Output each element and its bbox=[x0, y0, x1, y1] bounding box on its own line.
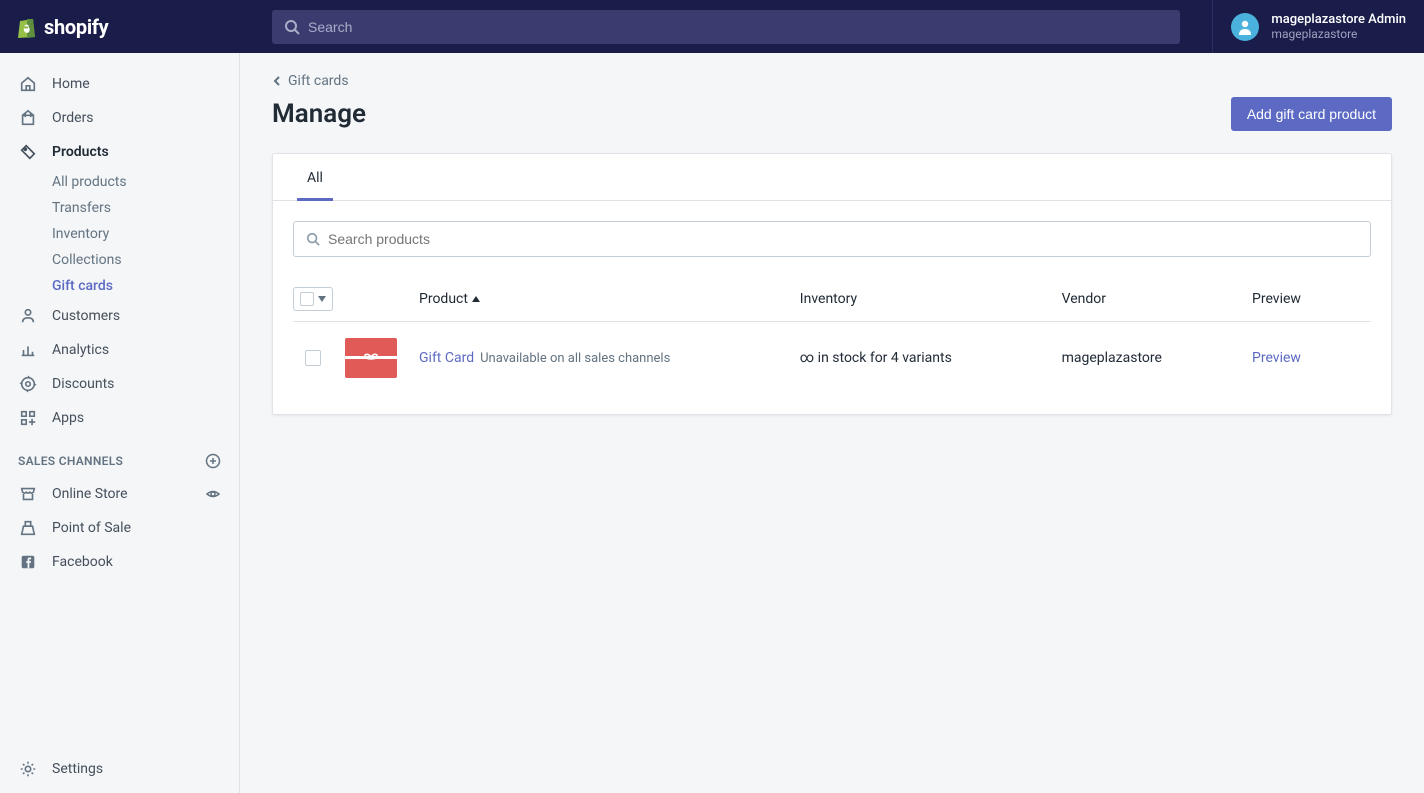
analytics-icon bbox=[18, 340, 38, 360]
sidebar: Home Orders Products All products Transf… bbox=[0, 53, 240, 793]
section-header-text: SALES CHANNELS bbox=[18, 454, 123, 468]
channel-label-pos: Point of Sale bbox=[52, 520, 221, 536]
plus-circle-icon[interactable] bbox=[205, 453, 221, 469]
sidebar-item-settings[interactable]: Settings bbox=[0, 744, 239, 793]
sidebar-label-analytics: Analytics bbox=[52, 342, 221, 358]
breadcrumb-text: Gift cards bbox=[288, 73, 349, 89]
gear-icon bbox=[18, 759, 38, 779]
checkbox-icon bbox=[300, 292, 314, 306]
col-product-label: Product bbox=[419, 291, 468, 307]
breadcrumb[interactable]: Gift cards bbox=[272, 73, 349, 89]
search-area bbox=[240, 10, 1212, 44]
facebook-icon bbox=[18, 552, 38, 572]
channel-label-online: Online Store bbox=[52, 486, 205, 502]
page-header: Manage Add gift card product bbox=[272, 97, 1392, 131]
section-header-channels: SALES CHANNELS bbox=[0, 435, 239, 477]
global-search[interactable] bbox=[272, 10, 1180, 44]
logo-area[interactable]: shopify bbox=[0, 15, 240, 39]
tabs: All bbox=[273, 154, 1391, 201]
search-icon bbox=[306, 232, 320, 246]
search-icon bbox=[284, 19, 300, 35]
profile-text: mageplazastore Admin mageplazastore bbox=[1271, 12, 1406, 42]
sidebar-item-discounts[interactable]: Discounts bbox=[0, 367, 239, 401]
row-checkbox[interactable] bbox=[305, 350, 321, 366]
channel-online-store[interactable]: Online Store bbox=[0, 477, 239, 511]
brand-text: shopify bbox=[44, 15, 108, 39]
profile-menu[interactable]: mageplazastore Admin mageplazastore bbox=[1212, 0, 1424, 53]
sidebar-item-products[interactable]: Products bbox=[0, 135, 239, 169]
sidebar-item-orders[interactable]: Orders bbox=[0, 101, 239, 135]
page-title: Manage bbox=[272, 99, 366, 129]
sidebar-label-products: Products bbox=[52, 144, 221, 160]
row-inventory: ∞ in stock for 4 variants bbox=[800, 350, 1062, 366]
sidebar-label-discounts: Discounts bbox=[52, 376, 221, 392]
channel-pos[interactable]: Point of Sale bbox=[0, 511, 239, 545]
orders-icon bbox=[18, 108, 38, 128]
caret-down-icon bbox=[318, 296, 326, 302]
preview-link[interactable]: Preview bbox=[1252, 350, 1301, 366]
profile-store: mageplazastore bbox=[1271, 27, 1406, 41]
product-meta: Unavailable on all sales channels bbox=[480, 351, 670, 366]
home-icon bbox=[18, 74, 38, 94]
gift-card-thumbnail bbox=[345, 338, 397, 378]
sort-asc-icon bbox=[472, 296, 480, 302]
search-input[interactable] bbox=[308, 19, 1168, 35]
pos-icon bbox=[18, 518, 38, 538]
customers-icon bbox=[18, 306, 38, 326]
shopify-bag-icon bbox=[16, 15, 38, 39]
sidebar-label-orders: Orders bbox=[52, 110, 221, 126]
column-header-vendor[interactable]: Vendor bbox=[1062, 291, 1252, 307]
eye-icon[interactable] bbox=[205, 486, 221, 502]
sidebar-sub-all-products[interactable]: All products bbox=[0, 169, 239, 195]
channel-facebook[interactable]: Facebook bbox=[0, 545, 239, 579]
select-all-dropdown[interactable] bbox=[293, 287, 333, 311]
sidebar-item-home[interactable]: Home bbox=[0, 67, 239, 101]
sidebar-sub-inventory[interactable]: Inventory bbox=[0, 221, 239, 247]
card-body: Product Inventory Vendor Preview bbox=[273, 201, 1391, 414]
sidebar-item-analytics[interactable]: Analytics bbox=[0, 333, 239, 367]
products-card: All Product Inventory bbox=[272, 153, 1392, 415]
sidebar-label-settings: Settings bbox=[52, 761, 103, 777]
sidebar-label-home: Home bbox=[52, 76, 221, 92]
sidebar-label-apps: Apps bbox=[52, 410, 221, 426]
sidebar-item-customers[interactable]: Customers bbox=[0, 299, 239, 333]
tab-all[interactable]: All bbox=[293, 154, 337, 200]
product-link[interactable]: Gift Card bbox=[419, 350, 474, 366]
profile-name: mageplazastore Admin bbox=[1271, 12, 1406, 28]
column-header-preview: Preview bbox=[1252, 291, 1371, 307]
sidebar-sub-transfers[interactable]: Transfers bbox=[0, 195, 239, 221]
sidebar-label-customers: Customers bbox=[52, 308, 221, 324]
column-header-product[interactable]: Product bbox=[419, 291, 800, 307]
search-products-input[interactable] bbox=[328, 231, 1358, 247]
sidebar-sub-collections[interactable]: Collections bbox=[0, 247, 239, 273]
table-header: Product Inventory Vendor Preview bbox=[293, 277, 1371, 322]
channel-label-facebook: Facebook bbox=[52, 554, 221, 570]
avatar bbox=[1231, 13, 1259, 41]
search-products[interactable] bbox=[293, 221, 1371, 257]
row-vendor: mageplazastore bbox=[1062, 350, 1252, 366]
chevron-left-icon bbox=[272, 75, 282, 87]
store-icon bbox=[18, 484, 38, 504]
column-header-inventory[interactable]: Inventory bbox=[800, 291, 1062, 307]
add-gift-card-button[interactable]: Add gift card product bbox=[1231, 97, 1392, 131]
sidebar-item-apps[interactable]: Apps bbox=[0, 401, 239, 435]
table-row: Gift Card Unavailable on all sales chann… bbox=[293, 322, 1371, 394]
apps-icon bbox=[18, 408, 38, 428]
products-icon bbox=[18, 142, 38, 162]
sidebar-sub-gift-cards[interactable]: Gift cards bbox=[0, 273, 239, 299]
discounts-icon bbox=[18, 374, 38, 394]
main-content: Gift cards Manage Add gift card product … bbox=[240, 53, 1424, 435]
topbar: shopify mageplazastore Admin mageplazast… bbox=[0, 0, 1424, 53]
